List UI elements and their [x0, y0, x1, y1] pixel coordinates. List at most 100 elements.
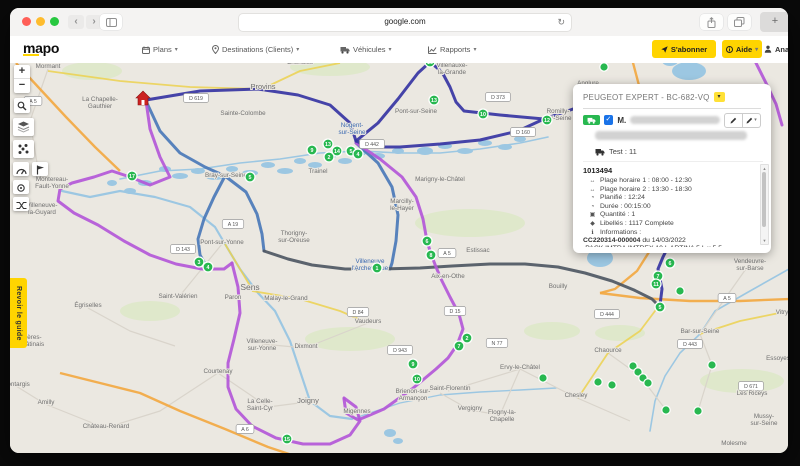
town-label: La Chapelle-Gauthier — [82, 96, 118, 110]
zoom-in-button[interactable]: + — [14, 65, 30, 79]
share-icon — [707, 17, 716, 28]
route-polyline[interactable] — [344, 143, 463, 420]
visit-checkbox[interactable]: ✓ — [604, 115, 614, 125]
scrollbar-thumb[interactable] — [762, 172, 766, 227]
town-label: La Celle-Saint-Cyr — [247, 398, 273, 412]
minimize-window-button[interactable] — [36, 17, 45, 26]
new-tab-button[interactable]: + — [760, 12, 788, 32]
town-label: Pont-sur-Yonne — [200, 239, 244, 246]
client-name-redacted — [630, 116, 720, 124]
water-area — [107, 180, 117, 186]
share-button[interactable] — [700, 14, 723, 30]
forest-area — [415, 209, 525, 237]
detail-icon: ◆ — [589, 221, 596, 229]
zoom-out-button[interactable]: − — [14, 79, 30, 92]
menu-plans[interactable]: Plans ▾ — [142, 36, 178, 63]
stop-marker-dot[interactable] — [539, 374, 547, 382]
client-row: ✓ M. ▾ — [583, 113, 761, 127]
subscribe-button[interactable]: S'abonner — [652, 40, 716, 58]
vehicle-dropdown-button[interactable]: ▾ — [714, 92, 725, 102]
detail-text: Planifié : 12:24 — [600, 194, 645, 202]
water-area — [672, 63, 706, 80]
detail-text: Libellés : 1117 Complete — [600, 220, 674, 228]
road-badge-label: A 5 — [443, 251, 451, 257]
truck-icon — [595, 148, 605, 156]
edit-visit-menu-button[interactable]: ▾ — [743, 113, 761, 128]
town-label: Bouilly — [549, 283, 568, 290]
town-label: Malay-le-Grand — [264, 295, 308, 302]
stop-marker-number: 17 — [129, 174, 135, 180]
road-badge-label: A 5 — [29, 99, 37, 105]
stop-marker-number: 16 — [427, 63, 433, 66]
scroll-down-icon[interactable]: ▼ — [761, 238, 768, 243]
zoom-window-button[interactable] — [50, 17, 59, 26]
menu-rapports[interactable]: Rapports ▾ — [428, 36, 476, 63]
user-menu[interactable]: Analyse ▾ — [764, 40, 788, 58]
stop-marker-dot[interactable] — [694, 407, 702, 415]
chevron-down-icon: ▾ — [175, 46, 178, 53]
refresh-icon[interactable]: ↻ — [557, 14, 565, 30]
map-locate-button[interactable] — [13, 180, 29, 194]
back-button[interactable]: ‹ — [68, 15, 84, 29]
order-reference: 1013494 — [583, 166, 763, 175]
detail-row: ▣Quantité : 1 — [589, 211, 763, 220]
town-label: Pont-sur-Seine — [395, 108, 437, 115]
town-label: Essoyes — [766, 355, 788, 362]
road-badge-label: A 6 — [241, 427, 249, 433]
help-button[interactable]: Aide ▾ — [722, 40, 762, 58]
road-badge-label: A 19 — [228, 222, 238, 228]
road-badge-label: D 444 — [600, 312, 614, 318]
depot-marker[interactable] — [136, 91, 150, 105]
detail-row: ↔Plage horaire 2 : 13:30 - 18:30 — [589, 186, 763, 195]
detail-text: Quantité : 1 — [600, 211, 635, 219]
scroll-up-icon[interactable]: ▲ — [761, 166, 768, 171]
help-label: Aide — [736, 45, 752, 54]
user-icon — [764, 45, 772, 53]
stop-marker-dot[interactable] — [600, 63, 608, 71]
panel-scrollbar[interactable]: ▲ ▼ — [760, 164, 769, 245]
map-flag-button[interactable] — [32, 162, 48, 176]
water-area — [172, 173, 188, 179]
water-area — [384, 429, 396, 437]
browser-titlebar: ‹ › google.com ↻ + — [10, 8, 788, 37]
detail-icon: ◔ — [589, 204, 596, 212]
route-color-chip — [583, 115, 600, 125]
town-label: Nogent-sur-Seine — [339, 122, 366, 136]
stop-marker-dot[interactable] — [662, 406, 670, 414]
menu-destinations[interactable]: Destinations (Clients) ▾ — [212, 36, 299, 63]
menu-label: Plans — [153, 45, 172, 54]
menu-vehicules[interactable]: Véhicules ▾ — [340, 36, 392, 63]
stop-marker-number: 13 — [431, 98, 437, 104]
map-layers-button[interactable] — [13, 118, 34, 136]
edit-visit-button[interactable] — [724, 113, 743, 128]
stop-marker-dot[interactable] — [594, 378, 602, 386]
town-label: Mormant — [36, 63, 61, 70]
stop-marker-number: 5 — [350, 149, 353, 155]
road-badge-label: D 84 — [353, 310, 364, 316]
mapo-logo[interactable]: mapo — [23, 40, 59, 56]
map-traffic-button[interactable] — [13, 162, 29, 176]
stop-marker-dot[interactable] — [676, 287, 684, 295]
sidebar-icon — [106, 18, 117, 27]
stop-marker-number: 8 — [430, 253, 433, 259]
close-window-button[interactable] — [22, 17, 31, 26]
guide-tab[interactable]: Revoir le guide — [10, 278, 27, 348]
client-name-prefix: M. — [617, 116, 626, 125]
stop-marker-dot[interactable] — [708, 361, 716, 369]
stop-marker-dot[interactable] — [644, 379, 652, 387]
map-clusters-button[interactable] — [13, 140, 34, 158]
stop-marker-number: 10 — [414, 377, 420, 383]
route-polyline[interactable] — [198, 176, 225, 264]
road-badge-label: N 77 — [492, 341, 503, 347]
sidebar-toggle-button[interactable] — [100, 14, 122, 30]
tabs-overview-button[interactable] — [728, 14, 751, 30]
town-label: Saint-Florentin — [430, 385, 471, 392]
cluster-dots-icon — [17, 143, 30, 155]
town-label: Flogny-la-Chapelle — [488, 409, 516, 423]
town-label: Chaource — [594, 347, 622, 354]
address-bar[interactable]: google.com ↻ — [238, 13, 572, 32]
map-search-button[interactable] — [14, 98, 30, 113]
stop-marker-dot[interactable] — [608, 381, 616, 389]
town-label: Villenauxe-la-Grande — [436, 63, 467, 76]
map-routes-toggle-button[interactable] — [13, 197, 29, 211]
